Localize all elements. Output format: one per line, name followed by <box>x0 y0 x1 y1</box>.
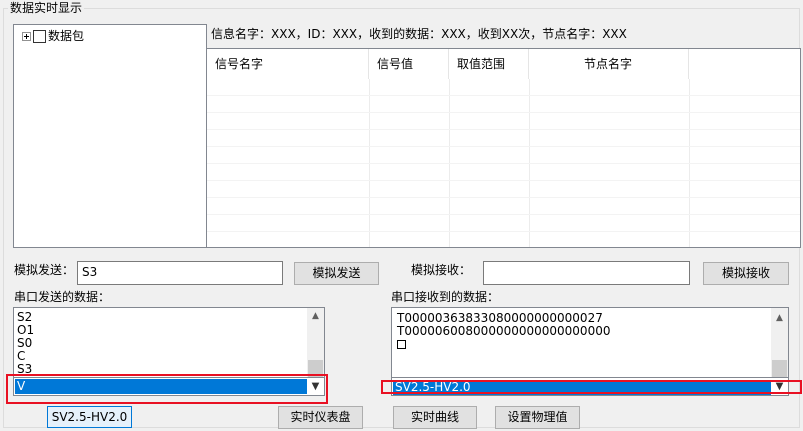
sim-recv-input[interactable] <box>483 261 690 285</box>
scroll-thumb[interactable] <box>772 360 787 378</box>
tree-node-label: 数据包 <box>48 29 85 43</box>
list-item[interactable]: O1 <box>14 324 307 337</box>
sim-recv-button[interactable]: 模拟接收 <box>703 262 789 285</box>
col-header-node-name[interactable]: 节点名字 <box>529 49 689 79</box>
sim-send-button[interactable]: 模拟发送 <box>294 262 379 285</box>
packet-tree[interactable]: 数据包 <box>13 24 207 248</box>
scroll-up-icon[interactable]: ▲ <box>307 308 324 325</box>
highlight-box-recv <box>381 380 802 394</box>
list-item[interactable] <box>394 338 771 351</box>
serial-recv-items: T00000363833080000000000027 T00000600800… <box>394 312 771 351</box>
realtime-curve-button[interactable]: 实时曲线 <box>393 406 477 429</box>
col-header-signal-name[interactable]: 信号名字 <box>207 49 369 79</box>
version-button[interactable]: SV2.5-HV2.0 <box>47 406 132 428</box>
table-body <box>207 79 800 247</box>
group-title: 数据实时显示 <box>8 1 85 15</box>
serial-recv-list[interactable]: T00000363833080000000000027 T00000600800… <box>391 307 789 380</box>
serial-sent-list[interactable]: S2 O1 S0 C S3 ▲ <box>13 307 325 380</box>
list-item[interactable]: C <box>14 350 307 363</box>
sim-recv-label: 模拟接收： <box>411 263 472 277</box>
scroll-up-icon[interactable]: ▲ <box>771 310 788 327</box>
col-header-signal-value[interactable]: 信号值 <box>369 49 449 79</box>
list-item[interactable]: S2 <box>14 311 307 324</box>
list-item[interactable]: S0 <box>14 337 307 350</box>
sim-send-input[interactable]: S3 <box>77 261 283 285</box>
serial-sent-scrollbar[interactable]: ▲ <box>307 308 324 379</box>
tree-node-root[interactable]: 数据包 <box>22 29 84 43</box>
col-header-range[interactable]: 取值范围 <box>449 49 529 79</box>
serial-sent-items: S2 O1 S0 C S3 <box>14 311 307 376</box>
serial-sent-label: 串口发送的数据： <box>14 290 111 304</box>
serial-recv-label: 串口接收到的数据： <box>391 290 500 304</box>
serial-recv-scrollbar[interactable]: ▲ <box>771 308 788 379</box>
highlight-box-sent <box>6 374 328 404</box>
tree-checkbox[interactable] <box>33 29 46 43</box>
expand-plus-icon[interactable] <box>22 31 31 41</box>
table-header: 信号名字 信号值 取值范围 节点名字 <box>207 49 800 79</box>
set-physical-value-button[interactable]: 设置物理值 <box>495 406 580 429</box>
dashboard-button[interactable]: 实时仪表盘 <box>278 406 363 429</box>
info-line: 信息名字：XXX，ID：XXX，收到的数据：XXX，收到XX次，节点名字：XXX <box>211 27 627 41</box>
empty-box-glyph-icon <box>397 340 406 349</box>
sim-send-label: 模拟发送： <box>14 263 75 277</box>
signal-table[interactable]: 信号名字 信号值 取值范围 节点名字 <box>207 48 801 248</box>
list-item[interactable]: T000006008000000000000000000 <box>394 325 771 338</box>
